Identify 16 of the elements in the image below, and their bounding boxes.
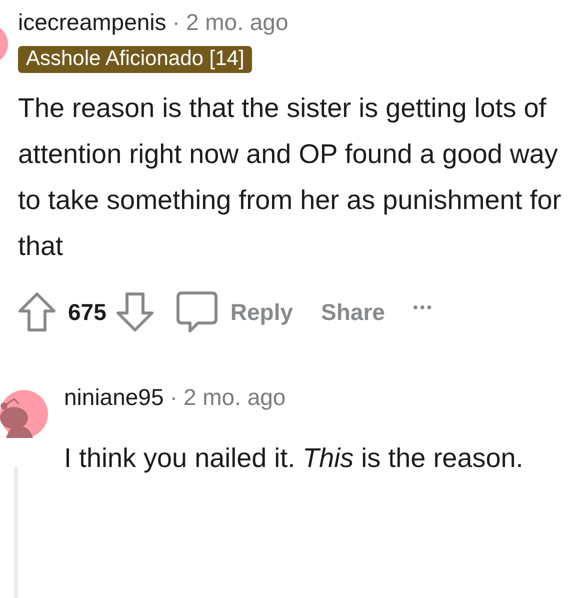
user-flair: Asshole Aficionado [14] [18, 46, 252, 73]
share-button[interactable]: Share [321, 298, 385, 326]
more-button[interactable]: ••• [412, 299, 434, 315]
username[interactable]: icecreampenis [18, 8, 166, 36]
upvote-icon[interactable] [18, 292, 56, 332]
reply-button[interactable]: Reply [230, 298, 294, 326]
separator: · [172, 8, 180, 36]
downvote-icon[interactable] [116, 292, 154, 332]
comment-text: The reason is that the sister is getting lots of attention right now and OP found a good way to take something from her as punishment for that [18, 92, 562, 263]
timestamp: 2 mo. ago [186, 8, 288, 36]
vote-count: 675 [68, 298, 106, 326]
username[interactable]: niniane95 [64, 384, 164, 410]
timestamp: 2 mo. ago [183, 384, 286, 410]
separator: · [170, 384, 178, 410]
comment-icon [176, 291, 218, 333]
comment-text: I think you nailed it. This is the reason. [64, 442, 524, 475]
